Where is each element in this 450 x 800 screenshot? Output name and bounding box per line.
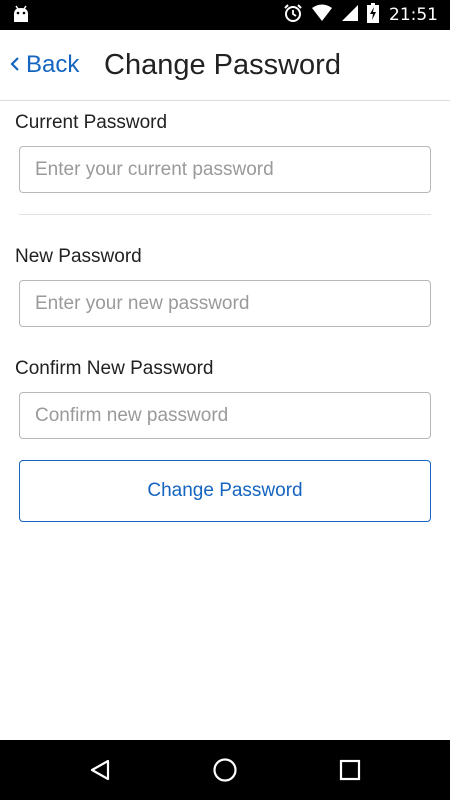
- home-nav-icon[interactable]: [209, 754, 241, 786]
- chevron-left-icon: [10, 51, 26, 79]
- battery-charging-icon: [367, 2, 379, 28]
- status-time: 21:51: [389, 5, 438, 25]
- wifi-icon: [311, 4, 333, 27]
- signal-icon: [341, 4, 359, 27]
- nav-bar: [0, 740, 450, 800]
- change-password-button[interactable]: Change Password: [19, 460, 431, 522]
- current-password-label: Current Password: [15, 112, 168, 133]
- android-icon: [11, 5, 31, 25]
- confirm-password-input[interactable]: [19, 392, 431, 439]
- change-password-button-label: Change Password: [147, 480, 303, 501]
- status-bar: 21:51: [0, 0, 450, 30]
- status-icons: 21:51: [283, 0, 438, 30]
- new-password-label: New Password: [15, 246, 142, 267]
- back-label: Back: [26, 51, 80, 78]
- back-button[interactable]: Back: [10, 48, 79, 82]
- new-password-input[interactable]: [19, 280, 431, 327]
- back-nav-icon[interactable]: [84, 754, 116, 786]
- alarm-icon: [283, 3, 303, 28]
- header: Back Change Password: [0, 30, 450, 101]
- page-title: Change Password: [104, 49, 341, 81]
- recents-nav-icon[interactable]: [334, 754, 366, 786]
- confirm-password-label: Confirm New Password: [15, 358, 214, 379]
- current-password-input[interactable]: [19, 146, 431, 193]
- divider: [19, 214, 431, 215]
